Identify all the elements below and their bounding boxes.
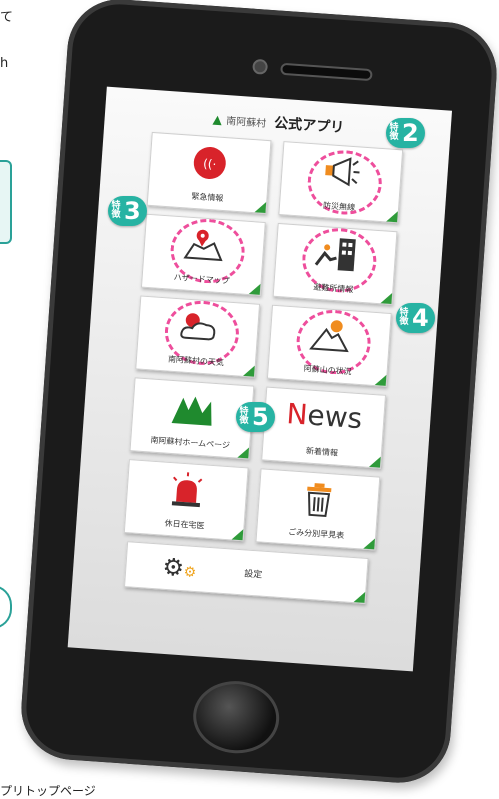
trash-can-icon [258,477,379,530]
tile-holiday-doctor[interactable]: 休日在宅医 [123,459,249,542]
tile-garbage-sorting[interactable]: ごみ分別早見表 [255,468,381,551]
tile-corner [248,283,261,295]
tile-corner [374,374,387,386]
news-icon: News [285,397,364,436]
badge-number: 5 [252,403,269,431]
evacuation-icon [275,232,396,285]
village-logo-icon: ▲ [212,112,223,127]
left-text-fragment-2: h [0,56,9,71]
tile-corner [368,455,381,468]
feature-badge-4: 特徴 4 [396,303,435,333]
siren-icon [126,468,247,521]
svg-text:((·: ((· [203,157,217,172]
tile-corner [243,364,255,377]
tile-corner [231,528,244,541]
tile-corner [254,201,267,214]
settings-label: 設定 [243,569,263,581]
tile-mt-aso-status[interactable]: 阿蘇山の状況 [266,304,392,387]
weather-icon [138,305,259,358]
tile-emergency-info[interactable]: ((· 緊急情報 [146,131,272,215]
smartphone-frame: ▲ 南阿蘇村 公式アプリ ((· 緊急情報 防災無線 ハザードマップ 避難所情報… [17,0,499,787]
volcano-icon [269,314,390,367]
tile-corner [363,537,375,550]
left-side-arc [0,585,12,629]
app-sub-title: 南阿蘇村 [225,116,267,130]
tile-disaster-radio[interactable]: 防災無線 [278,141,404,224]
alert-signal-icon: ((· [149,141,270,194]
page-caption: プリトップページ [0,784,96,798]
village-logo-icon [132,386,253,439]
feature-badge-2: 特徴 2 [386,118,425,148]
tile-news[interactable]: News 新着情報 [261,386,387,469]
tile-hazard-map[interactable]: ハザードマップ [140,213,266,296]
home-button[interactable] [190,678,282,757]
speaker-slot [280,62,373,82]
feature-badge-3: 特徴 3 [108,196,147,226]
badge-prefix: 特徴 [111,201,121,220]
tile-evacuation-info[interactable]: 避難所情報 [272,222,398,306]
badge-prefix: 特徴 [389,123,399,142]
map-pin-icon [143,223,264,276]
front-camera-icon [252,58,269,75]
tile-corner [380,292,393,305]
badge-prefix: 特徴 [239,407,249,426]
tile-weather[interactable]: 南阿蘇村の天気 [135,295,261,378]
left-side-box [0,160,12,244]
badge-number: 3 [124,197,141,225]
settings-gear-icon: ⚙⚙ [161,552,197,583]
badge-prefix: 特徴 [399,308,409,327]
left-text-fragment-1: て [0,10,14,25]
tile-corner [237,446,250,459]
badge-number: 2 [402,119,419,147]
tile-label: 新着情報 [305,446,339,458]
tile-corner [386,210,398,223]
tile-corner [353,591,366,603]
tile-settings[interactable]: ⚙⚙ 設定 [123,541,369,604]
app-screen: ▲ 南阿蘇村 公式アプリ ((· 緊急情報 防災無線 ハザードマップ 避難所情報… [67,86,453,672]
feature-badge-5: 特徴 5 [236,402,275,432]
badge-number: 4 [412,304,429,332]
megaphone-icon [281,150,402,201]
app-title: 公式アプリ [273,115,345,137]
